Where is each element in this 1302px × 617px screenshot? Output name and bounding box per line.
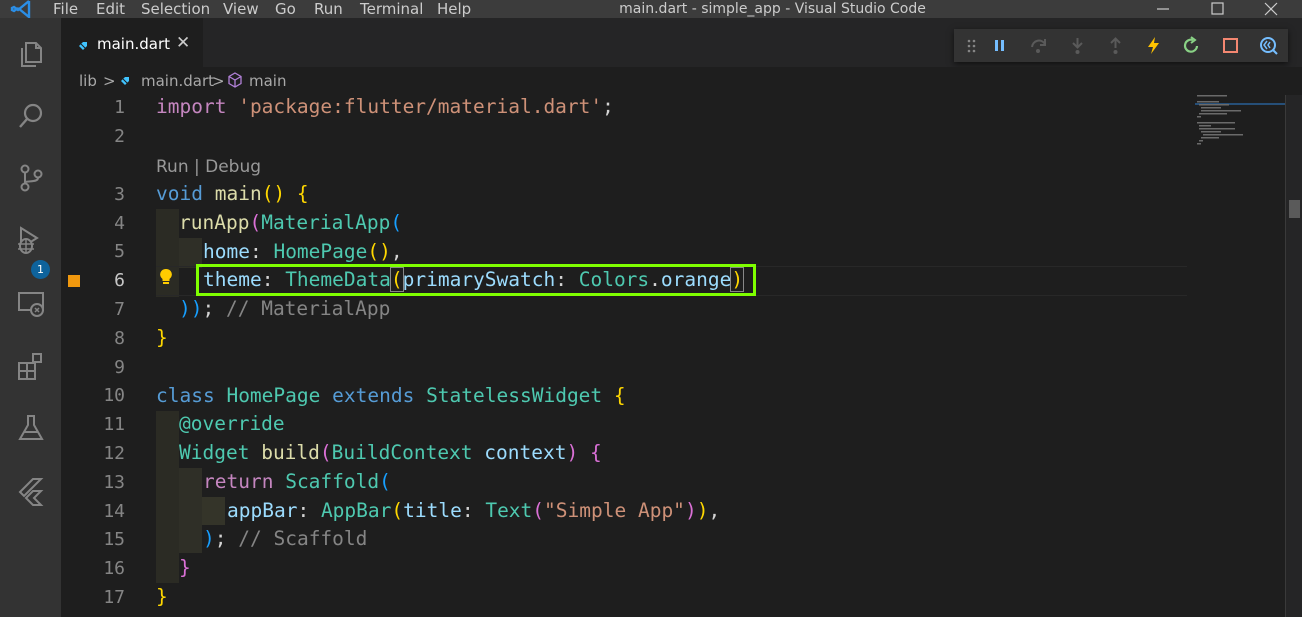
indent-guide xyxy=(156,411,179,583)
breadcrumb-separator: > xyxy=(103,72,116,90)
line-number: 8 xyxy=(114,328,125,349)
breadcrumb-folder[interactable]: lib xyxy=(79,72,97,90)
code-line-11[interactable]: @override xyxy=(179,412,285,435)
hot-restart-icon[interactable] xyxy=(1182,36,1201,55)
code-editor[interactable]: 1 2 3 4 5 6 7 8 9 10 11 12 13 14 15 16 1… xyxy=(61,95,1302,617)
dart-file-icon xyxy=(121,77,130,86)
line-number: 11 xyxy=(103,414,125,435)
tab-close-icon[interactable]: ✕ xyxy=(176,33,190,53)
line-number: 14 xyxy=(103,501,125,522)
debug-badge: 1 xyxy=(31,260,50,279)
tab-main-dart[interactable]: main.dart ✕ xyxy=(61,18,203,67)
code-line-4[interactable]: runApp(MaterialApp( xyxy=(179,211,402,234)
activity-bar: 1 xyxy=(0,18,61,617)
breadcrumb: lib > main.dart > main xyxy=(61,67,1302,95)
code-line-17[interactable]: } xyxy=(156,585,168,608)
line-number: 13 xyxy=(103,472,125,493)
line-number: 17 xyxy=(103,587,125,608)
code-line-16[interactable]: } xyxy=(179,556,191,579)
indent-guide xyxy=(179,468,202,553)
line-number: 12 xyxy=(103,443,125,464)
line-number: 9 xyxy=(114,357,125,378)
remote-explorer-icon[interactable] xyxy=(15,288,47,320)
lightbulb-icon[interactable] xyxy=(158,267,174,287)
highlight-box xyxy=(196,264,756,296)
breadcrumb-file[interactable]: main.dart xyxy=(141,72,214,90)
pause-icon[interactable] xyxy=(990,36,1009,55)
line-number: 5 xyxy=(114,241,125,262)
debug-toolbar xyxy=(954,29,1288,62)
stop-icon[interactable] xyxy=(1221,36,1240,55)
tab-label: main.dart xyxy=(97,35,171,53)
codelens-run-debug[interactable]: Run | Debug xyxy=(156,157,261,177)
vertical-scrollbar[interactable] xyxy=(1285,95,1302,617)
code-line-5[interactable]: home: HomePage(), xyxy=(203,240,403,263)
line-number: 3 xyxy=(114,184,125,205)
code-line-12[interactable]: Widget build(BuildContext context) { xyxy=(179,441,602,464)
method-symbol-icon xyxy=(228,72,242,88)
code-line-10[interactable]: class HomePage extends StatelessWidget { xyxy=(156,384,626,407)
code-line-1[interactable]: import 'package:flutter/material.dart'; xyxy=(156,95,614,118)
line-number-active: 6 xyxy=(114,270,125,291)
search-icon[interactable] xyxy=(15,100,47,132)
source-control-icon[interactable] xyxy=(15,162,47,194)
code-line-13[interactable]: return Scaffold( xyxy=(203,470,391,493)
testing-icon[interactable] xyxy=(15,412,47,444)
line-number: 4 xyxy=(114,213,125,234)
step-into-icon[interactable] xyxy=(1068,36,1087,55)
code-line-14[interactable]: appBar: AppBar(title: Text("Simple App")… xyxy=(227,499,720,522)
code-line-7[interactable]: )); // MaterialApp xyxy=(179,297,390,320)
breadcrumb-symbol[interactable]: main xyxy=(249,72,286,90)
breakpoint-marker[interactable] xyxy=(68,275,80,287)
line-number: 15 xyxy=(103,529,125,550)
scrollbar-thumb[interactable] xyxy=(1289,200,1300,218)
indent-guide xyxy=(202,497,225,525)
window-title: main.dart - simple_app - Visual Studio C… xyxy=(619,1,926,17)
devtools-icon[interactable] xyxy=(1259,36,1278,55)
code-line-15[interactable]: ); // Scaffold xyxy=(203,527,367,550)
minimap[interactable] xyxy=(1195,95,1285,617)
explorer-icon[interactable] xyxy=(15,38,47,70)
step-out-icon[interactable] xyxy=(1106,36,1125,55)
line-number: 7 xyxy=(114,299,125,320)
title-bar: File Edit Selection View Go Run Terminal… xyxy=(0,0,1302,18)
line-number: 2 xyxy=(114,126,125,147)
line-number: 10 xyxy=(103,385,125,406)
flutter-icon[interactable] xyxy=(15,476,47,508)
run-debug-icon[interactable] xyxy=(15,224,47,256)
extensions-icon[interactable] xyxy=(15,350,47,382)
code-line-8[interactable]: } xyxy=(156,326,168,349)
breadcrumb-separator: > xyxy=(212,72,225,90)
line-number: 16 xyxy=(103,558,125,579)
close-window-icon[interactable] xyxy=(1248,0,1294,18)
code-line-3[interactable]: void main() { xyxy=(156,182,309,205)
hot-reload-icon[interactable] xyxy=(1144,36,1163,55)
dart-file-icon xyxy=(79,42,88,51)
drag-handle-icon[interactable] xyxy=(962,36,981,55)
minimize-icon[interactable] xyxy=(1140,0,1186,18)
line-number: 1 xyxy=(114,97,125,118)
step-over-icon[interactable] xyxy=(1029,36,1048,55)
maximize-icon[interactable] xyxy=(1194,0,1240,18)
